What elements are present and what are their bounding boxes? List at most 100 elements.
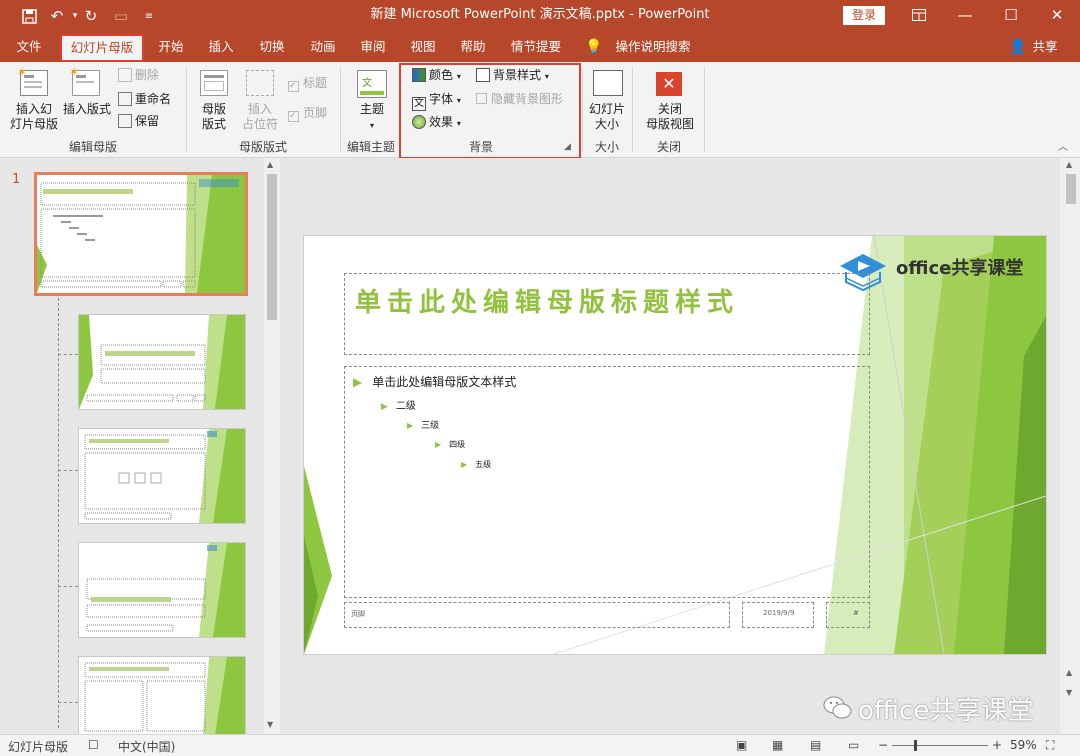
title-placeholder-text: 单击此处编辑母版标题样式 <box>355 288 740 318</box>
tab-animations[interactable]: 动画 <box>302 32 344 62</box>
body-level-4: ▶ 四级 <box>435 440 466 449</box>
tab-storyboarding[interactable]: 情节提要 <box>504 32 568 62</box>
close-window-icon[interactable]: ✕ <box>1034 0 1080 30</box>
canvas-scrollbar[interactable]: ▲ ▲ ▼ <box>1062 158 1080 734</box>
insert-placeholder-icon <box>246 70 274 96</box>
group-separator <box>186 68 187 152</box>
group-label-close: 关闭 <box>656 140 681 154</box>
zoom-slider-thumb[interactable] <box>914 740 917 751</box>
footer-placeholder[interactable]: 页脚 <box>344 602 730 628</box>
login-button[interactable]: 登录 <box>843 6 885 25</box>
insert-layout-icon: ✶ <box>69 65 100 96</box>
footer-text: 页脚 <box>351 610 365 618</box>
slide-number-placeholder[interactable]: # <box>826 602 870 628</box>
date-placeholder[interactable]: 2019/9/9 <box>742 602 814 628</box>
insert-slide-master-icon: ✶ <box>17 65 48 96</box>
body-placeholder[interactable]: ▶ 单击此处编辑母版文本样式 ▶ 二级 ▶ 三级 ▶ 四级 ▶ 五级 <box>344 366 870 598</box>
scroll-up-icon[interactable]: ▲ <box>1066 160 1072 169</box>
preserve-button[interactable]: 保留 <box>118 114 159 129</box>
thumbnail-layout[interactable] <box>78 428 246 524</box>
person-icon: 👤 <box>1009 39 1027 55</box>
rename-button[interactable]: 重命名 <box>118 92 171 107</box>
group-separator <box>340 68 341 152</box>
date-text: 2019/9/9 <box>763 609 795 617</box>
delete-icon <box>118 68 132 82</box>
title-checkbox[interactable]: ✓ 标题 <box>288 76 327 92</box>
tab-transitions[interactable]: 切换 <box>251 32 293 62</box>
group-label-edit-master: 编辑母版 <box>68 140 117 154</box>
slide-size-button[interactable]: 幻灯片 大小 <box>584 102 630 132</box>
lightbulb-icon: 💡 <box>585 39 603 55</box>
master-layout-icon <box>200 70 228 96</box>
thumbnail-slide-master[interactable] <box>34 172 248 296</box>
start-from-beginning-icon[interactable]: ▭ <box>110 5 132 27</box>
slide-number-text: # <box>853 609 859 617</box>
title-bar: ↶ ▾ ↻ ▭ ≡ 新建 Microsoft PowerPoint 演示文稿.p… <box>0 0 1080 32</box>
preserve-icon <box>118 114 132 128</box>
tell-me-search[interactable]: 操作说明搜索 <box>608 32 698 62</box>
layout-tree-line <box>58 298 59 728</box>
thumbnail-scrollbar[interactable]: ▲ ▼ <box>264 158 280 734</box>
wechat-icon <box>822 694 852 722</box>
fit-to-window-icon[interactable]: ⛶ <box>1046 738 1054 753</box>
customize-qat-icon[interactable]: ≡ <box>138 5 160 27</box>
zoom-out-icon[interactable]: − <box>878 738 888 752</box>
close-master-view-icon: ✕ <box>656 72 682 96</box>
scrollbar-thumb[interactable] <box>1066 174 1076 204</box>
ribbon-display-options-icon[interactable] <box>896 0 942 30</box>
reading-view-icon[interactable]: ▤ <box>810 738 821 752</box>
themes-button[interactable]: 主题 ▾ <box>352 102 392 133</box>
redo-icon[interactable]: ↻ <box>80 5 102 27</box>
scrollbar-thumb[interactable] <box>267 174 277 320</box>
tab-home[interactable]: 开始 <box>150 32 192 62</box>
slide-number: 1 <box>12 172 21 187</box>
tab-insert[interactable]: 插入 <box>200 32 242 62</box>
body-level-2: ▶ 二级 <box>381 401 416 412</box>
thumbnail-layout[interactable] <box>78 542 246 638</box>
normal-view-icon[interactable]: ▣ <box>736 738 747 752</box>
status-language[interactable]: 中文(中国) <box>118 738 175 755</box>
insert-placeholder-button[interactable]: 插入 占位符 <box>234 102 286 132</box>
delete-button[interactable]: 删除 <box>118 68 159 83</box>
collapse-ribbon-icon[interactable]: ︿ <box>1058 140 1068 155</box>
body-level-3: ▶ 三级 <box>407 421 440 431</box>
scroll-up-icon[interactable]: ▲ <box>1066 668 1072 677</box>
slide-sorter-icon[interactable]: ▦ <box>772 738 783 752</box>
minimize-icon[interactable]: — <box>942 0 988 30</box>
footer-checkbox[interactable]: ✓ 页脚 <box>288 106 327 122</box>
body-level-5: ▶ 五级 <box>461 460 492 469</box>
zoom-level[interactable]: 59% <box>1010 738 1037 752</box>
status-bar: 幻灯片母版 ☐ 中文(中国) ▣ ▦ ▤ ▭ − + 59% ⛶ <box>0 734 1080 756</box>
zoom-slider[interactable] <box>892 740 988 751</box>
group-separator <box>704 68 705 152</box>
group-label-master-layout: 母版版式 <box>238 140 287 154</box>
maximize-icon[interactable]: ☐ <box>988 0 1034 30</box>
slideshow-icon[interactable]: ▭ <box>848 738 859 752</box>
logo-text: office共享课堂 <box>896 258 1024 279</box>
background-group-highlight <box>399 63 581 159</box>
rename-icon <box>118 92 132 106</box>
master-layout-button[interactable]: 母版 版式 <box>196 102 232 132</box>
save-icon[interactable] <box>18 5 40 27</box>
thumbnail-layout[interactable] <box>78 656 246 736</box>
scroll-down-icon[interactable]: ▼ <box>1066 688 1072 697</box>
scroll-up-icon[interactable]: ▲ <box>267 160 273 169</box>
spelling-check-icon[interactable]: ☐ <box>88 738 99 752</box>
thumbnail-layout[interactable] <box>78 314 246 410</box>
scroll-down-icon[interactable]: ▼ <box>267 720 273 729</box>
tab-help[interactable]: 帮助 <box>452 32 494 62</box>
tab-file[interactable]: 文件 <box>8 32 50 62</box>
slide-master-slide: office共享课堂 单击此处编辑母版标题样式 ▶ 单击此处编辑母版文本样式 ▶ 二… <box>304 236 1046 654</box>
tab-review[interactable]: 审阅 <box>352 32 394 62</box>
group-separator <box>582 68 583 152</box>
insert-slide-master-button[interactable]: 插入幻 灯片母版 <box>6 102 62 132</box>
tab-view[interactable]: 视图 <box>402 32 444 62</box>
tab-slide-master[interactable]: 幻灯片母版 <box>60 34 144 62</box>
close-master-view-button[interactable]: 关闭 母版视图 <box>640 102 700 132</box>
title-placeholder[interactable]: 单击此处编辑母版标题样式 <box>344 273 870 355</box>
share-button[interactable]: 共享 <box>1028 32 1062 62</box>
zoom-in-icon[interactable]: + <box>992 738 1002 752</box>
insert-layout-button[interactable]: 插入版式 <box>62 102 112 117</box>
watermark-text: office共享课堂 <box>858 696 1034 726</box>
status-view-name: 幻灯片母版 <box>8 740 69 754</box>
